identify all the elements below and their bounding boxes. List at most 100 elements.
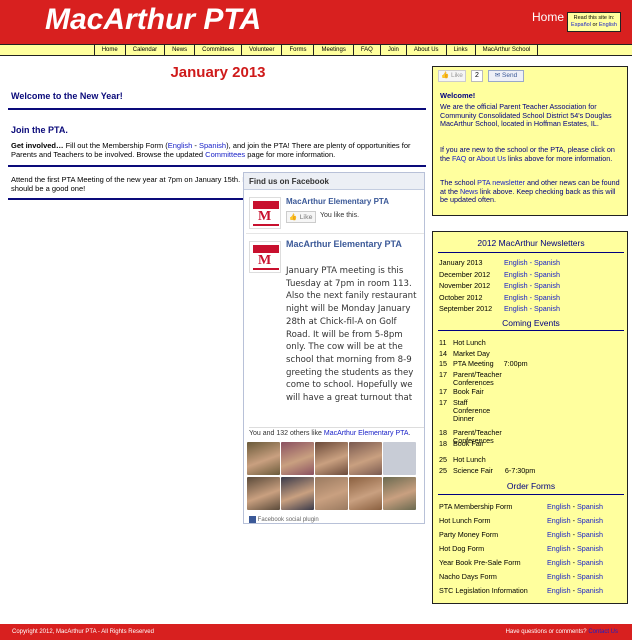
form-spanish-link[interactable]: Spanish xyxy=(577,558,603,567)
site-logo[interactable]: MacArthur PTA xyxy=(45,3,261,37)
fan-avatar[interactable] xyxy=(281,442,314,475)
event-day: 14 xyxy=(439,349,447,358)
faq-link[interactable]: FAQ xyxy=(452,154,466,163)
newsletter-english-link[interactable]: English xyxy=(504,258,528,267)
form-english-link[interactable]: English xyxy=(547,502,571,511)
event-day: 18 xyxy=(439,439,447,448)
form-english-link[interactable]: English xyxy=(547,572,571,581)
about-us-link[interactable]: About Us xyxy=(476,154,506,163)
form-spanish-link[interactable]: Spanish xyxy=(577,544,603,553)
event-row: 17 Book Fair xyxy=(439,388,614,396)
event-title: Science Fair 6-7:30pm xyxy=(453,466,536,475)
order-form-row: Hot Dog Form English - Spanish xyxy=(439,544,623,553)
newsletter-row: December 2012 English - Spanish xyxy=(439,270,560,279)
nav-item-meetings[interactable]: Meetings xyxy=(313,45,352,55)
fan-avatar[interactable] xyxy=(383,477,416,510)
send-button[interactable]: ✉ Send xyxy=(488,70,524,82)
order-form-row: Year Book Pre-Sale Form English - Spanish xyxy=(439,558,623,567)
facebook-faces xyxy=(247,442,424,510)
divider xyxy=(8,198,244,200)
meeting-paragraph: Attend the first PTA Meeting of the new … xyxy=(11,175,247,193)
form-spanish-link[interactable]: Spanish xyxy=(577,502,603,511)
newsletter-spanish-link[interactable]: Spanish xyxy=(534,258,560,267)
nav-item-calendar[interactable]: Calendar xyxy=(124,45,164,55)
order-form-name: PTA Membership Form xyxy=(439,502,513,511)
form-spanish-link[interactable]: Spanish xyxy=(577,516,603,525)
copyright: Copyright 2012, MacArthur PTA - All Righ… xyxy=(12,629,154,635)
newsletter-english-link[interactable]: English xyxy=(504,293,528,302)
fan-avatar[interactable] xyxy=(247,442,280,475)
fan-avatar[interactable] xyxy=(349,442,382,475)
nav-item-committees[interactable]: Committees xyxy=(194,45,241,55)
membership-spanish-link[interactable]: Spanish xyxy=(199,141,226,150)
newsletter-english-link[interactable]: English xyxy=(504,304,528,313)
nav-item-join[interactable]: Join xyxy=(379,45,406,55)
newsletter-english-link[interactable]: English xyxy=(504,281,528,290)
english-site-link[interactable]: English xyxy=(599,22,617,28)
fan-avatar[interactable] xyxy=(281,477,314,510)
committees-link[interactable]: Committees xyxy=(205,150,245,159)
newsletter-row: October 2012 English - Spanish xyxy=(439,293,560,302)
news-paragraph: The school PTA newsletter and other news… xyxy=(440,178,622,205)
form-english-link[interactable]: English xyxy=(547,544,571,553)
event-day: 25 xyxy=(439,466,447,475)
event-row: 11 Hot Lunch xyxy=(439,339,614,347)
fan-avatar[interactable] xyxy=(247,477,280,510)
fan-avatar[interactable] xyxy=(349,477,382,510)
nav-item-links[interactable]: Links xyxy=(445,45,475,55)
nav-item-home[interactable]: Home xyxy=(93,45,125,55)
newsletter-spanish-link[interactable]: Spanish xyxy=(534,304,560,313)
pta-logo-icon[interactable]: M xyxy=(249,197,281,229)
facebook-page-link[interactable]: MacArthur Elementary PTA xyxy=(324,430,409,437)
new-visitor-paragraph: If you are new to the school or the PTA,… xyxy=(440,145,622,163)
newsletter-spanish-link[interactable]: Spanish xyxy=(534,270,560,279)
home-link[interactable]: Home xyxy=(532,10,564,24)
newsletter-english-link[interactable]: English xyxy=(504,270,528,279)
event-day: 17 xyxy=(439,387,447,396)
facebook-post-author[interactable]: MacArthur Elementary PTA xyxy=(286,239,416,250)
p2-or: or xyxy=(466,153,477,163)
membership-english-link[interactable]: English xyxy=(168,141,193,150)
nav-item-volunteer[interactable]: Volunteer xyxy=(241,45,281,55)
newsletter-spanish-link[interactable]: Spanish xyxy=(534,281,560,290)
form-english-link[interactable]: English xyxy=(547,558,571,567)
order-form-name: Nacho Days Form xyxy=(439,572,497,581)
like-button[interactable]: 👍 Like xyxy=(438,70,466,82)
form-spanish-link[interactable]: Spanish xyxy=(577,586,603,595)
newsletter-date: September 2012 xyxy=(439,304,493,313)
form-english-link[interactable]: English xyxy=(547,530,571,539)
nav-item-forms[interactable]: Forms xyxy=(281,45,313,55)
fan-avatar[interactable] xyxy=(383,442,416,475)
divider xyxy=(438,494,624,495)
divider xyxy=(438,330,624,331)
form-english-link[interactable]: English xyxy=(547,516,571,525)
newsletter-spanish-link[interactable]: Spanish xyxy=(534,293,560,302)
fan-avatar[interactable] xyxy=(315,442,348,475)
like-count: 2 xyxy=(471,70,483,82)
nav-item-faq[interactable]: FAQ xyxy=(352,45,380,55)
contact-us-link[interactable]: Contact Us xyxy=(588,629,618,635)
event-row: 25 Hot Lunch xyxy=(439,456,614,464)
thumbs-up-icon: 👍 xyxy=(441,72,450,79)
newsletter-date: November 2012 xyxy=(439,281,491,290)
facebook-page-link[interactable]: MacArthur Elementary PTA xyxy=(286,197,389,206)
pta-logo-icon[interactable]: M xyxy=(249,241,281,273)
spanish-site-link[interactable]: Español xyxy=(571,22,591,28)
nav-item-news[interactable]: News xyxy=(164,45,194,55)
order-form-name: Party Money Form xyxy=(439,530,499,539)
order-form-row: Nacho Days Form English - Spanish xyxy=(439,572,623,581)
newsletter-row: January 2013 English - Spanish xyxy=(439,258,560,267)
newsletters-heading: 2012 MacArthur Newsletters xyxy=(477,238,585,248)
form-spanish-link[interactable]: Spanish xyxy=(577,572,603,581)
nav-item-about-us[interactable]: About Us xyxy=(405,45,446,55)
fan-avatar[interactable] xyxy=(315,477,348,510)
facebook-icon xyxy=(249,516,256,523)
language-box: Read this site in: Español or English xyxy=(567,12,621,32)
order-form-row: PTA Membership Form English - Spanish xyxy=(439,502,623,511)
form-spanish-link[interactable]: Spanish xyxy=(577,530,603,539)
nav-item-macarthur-school[interactable]: MacArthur School xyxy=(474,45,539,55)
welcome-box: 👍 Like 2 ✉ Send Welcome! We are the offi… xyxy=(432,66,628,216)
newsletter-row: November 2012 English - Spanish xyxy=(439,281,560,290)
form-english-link[interactable]: English xyxy=(547,586,571,595)
facebook-like-button[interactable]: 👍 Like xyxy=(286,211,316,223)
